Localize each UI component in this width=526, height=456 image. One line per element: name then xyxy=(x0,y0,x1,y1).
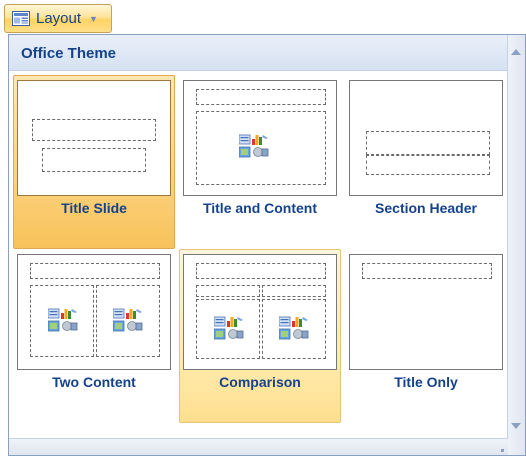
layout-label: Title and Content xyxy=(202,200,318,216)
resize-grip-icon[interactable] xyxy=(501,449,504,452)
content-placeholder-icon xyxy=(112,307,143,338)
layout-icon xyxy=(12,11,30,26)
layout-title-only[interactable]: Title Only xyxy=(345,249,507,423)
content-placeholder-icon xyxy=(278,315,309,346)
vertical-scrollbar[interactable] xyxy=(507,35,525,455)
layout-button[interactable]: Layout ▼ xyxy=(4,4,112,33)
layout-label: Title Only xyxy=(394,374,458,390)
layout-thumbnail xyxy=(349,80,503,196)
layout-thumbnail xyxy=(17,254,171,370)
layout-comparison[interactable]: Comparison xyxy=(179,249,341,423)
layout-thumbnail xyxy=(349,254,503,370)
scroll-up-icon[interactable] xyxy=(511,49,521,55)
content-placeholder-icon xyxy=(213,315,244,346)
chevron-down-icon: ▼ xyxy=(89,13,98,24)
layout-label: Comparison xyxy=(219,374,301,390)
group-header: Office Theme xyxy=(9,35,508,71)
layout-two-content[interactable]: Two Content xyxy=(13,249,175,423)
layout-thumbnail xyxy=(17,80,171,196)
panel-footer xyxy=(9,438,508,455)
layout-title-slide[interactable]: Title Slide xyxy=(13,75,175,249)
layout-button-label: Layout xyxy=(36,10,82,27)
layout-gallery: Office Theme Title Slide Title and Conte… xyxy=(8,34,526,456)
layout-thumbnail xyxy=(183,80,337,196)
layout-label: Section Header xyxy=(375,200,477,216)
content-placeholder-icon xyxy=(238,133,269,164)
layout-title-and-content[interactable]: Title and Content xyxy=(179,75,341,249)
content-placeholder-icon xyxy=(47,307,78,338)
layout-section-header[interactable]: Section Header xyxy=(345,75,507,249)
layout-label: Title Slide xyxy=(61,200,127,216)
scroll-down-icon[interactable] xyxy=(511,423,521,429)
layout-thumbnail xyxy=(183,254,337,370)
layout-label: Two Content xyxy=(52,374,136,390)
